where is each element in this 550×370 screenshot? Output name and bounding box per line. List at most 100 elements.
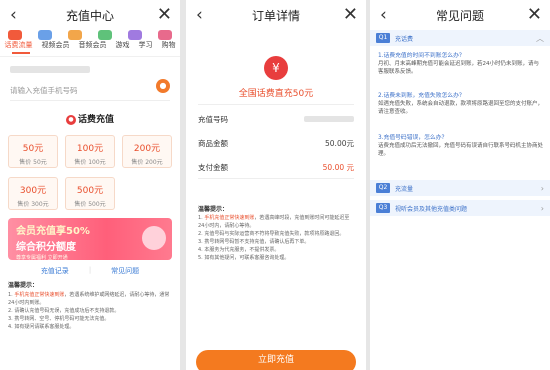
order-title: 全国话费直充50元: [238, 89, 314, 99]
faq-title: 充话费: [395, 35, 414, 43]
link-separator: |: [88, 266, 92, 274]
faq-tag: Q1: [376, 33, 390, 43]
faq-title: 视听会员及其他充值类问题: [395, 205, 468, 213]
tip-line: 3. 携号转网、空号、停机号码可能无法充值。: [8, 315, 172, 323]
active-tab-indicator: [12, 52, 30, 54]
category-icon: [98, 30, 112, 40]
chevron-right-icon: ›: [540, 183, 544, 193]
pay-button[interactable]: 立即充值: [196, 350, 356, 370]
tip-line: 2. 请确认充值号码无误，充值成功后不支持退款。: [8, 307, 172, 315]
recharge-record-link[interactable]: 充值记录: [41, 266, 69, 276]
order-row: 商品金额 50.00元: [198, 138, 354, 150]
chevron-left-icon[interactable]: ‹: [380, 5, 387, 25]
divider: [198, 104, 354, 105]
chevron-left-icon[interactable]: ‹: [196, 5, 203, 25]
tip-line: 4. 如有疑问请联系客服处理。: [8, 323, 172, 331]
sale-price: 售价 200元: [131, 159, 163, 166]
category-tab[interactable]: 购物: [162, 40, 176, 50]
order-row-label: 充值号码: [198, 115, 228, 124]
faq-item: 1.话费充值的时间不到账怎么办？ 月初、月末高峰期充值可能会延迟到账，若24小时仍…: [378, 52, 544, 76]
order-row-label: 商品金额: [198, 139, 228, 148]
top-bar: ‹ 常见问题 ✕: [370, 0, 550, 30]
sale-price: 售价 300元: [17, 201, 49, 208]
notice-title: 温馨提示：: [198, 206, 229, 213]
face-value: 300元: [19, 186, 47, 196]
notice: 温馨提示： 1. 手机充值正常快速到账，若遇高峰时段，充值到账时间可能延迟至24…: [198, 206, 354, 262]
category-icon: [8, 30, 22, 40]
faq-section-2[interactable]: Q2 充流量 ›: [370, 180, 550, 196]
tips-title: 温馨提示：: [8, 282, 39, 289]
section-title: ● 话费充值: [0, 112, 180, 125]
faq-answer: 月初、月末高峰期充值可能会延迟到账，若24小时仍未到账，请与客服联系反馈。: [378, 61, 540, 75]
face-value: 500元: [76, 186, 104, 196]
faq-panel: ‹ 常见问题 ✕ Q1 充话费 ︿ 1.话费充值的时间不到账怎么办？ 月初、月末高…: [370, 0, 550, 370]
close-icon[interactable]: ✕: [527, 4, 542, 25]
close-icon[interactable]: ✕: [343, 4, 358, 25]
chevron-up-icon: ︿: [536, 33, 544, 43]
faq-section-3[interactable]: Q3 视听会员及其他充值类问题 ›: [370, 200, 550, 216]
phone-history: [10, 66, 170, 74]
faq-tag: Q3: [376, 203, 390, 213]
tip-line: 4. 本服务为代充服务，不提供发票。: [198, 246, 354, 254]
category-tab[interactable]: 视频会员: [42, 40, 70, 50]
divider: [198, 178, 354, 179]
promo-banner[interactable]: 会员充值享50% 综合积分额度 尊享专属福利 立即开通: [8, 218, 172, 261]
recharge-option-card[interactable]: 300元售价 300元: [8, 177, 58, 210]
faq-question: 3.充值号码错误，怎么办？: [378, 135, 448, 141]
gift-icon: [142, 226, 166, 250]
recharge-option-card[interactable]: 100元 售价 100元: [65, 135, 115, 168]
logo-icon: ●: [65, 114, 76, 125]
faq-answer: 话费充值成功后无法撤回，充值号码有误请自行联系号码机主协商处理。: [378, 143, 544, 157]
page-title: 充值中心: [65, 8, 114, 23]
contact-icon[interactable]: ●: [156, 79, 170, 93]
order-row: 支付金额 50.00 元: [198, 162, 354, 174]
tip-text: 如有其他疑问，可联系客服咨询处理。: [204, 255, 290, 261]
recharge-option-card[interactable]: 50元售价 50元: [8, 135, 58, 168]
faq-answer: 如遇充值失败，系统会自动退款，款项将原路退回至您的支付账户，请注意查收。: [378, 101, 544, 115]
tip-line: 2. 充值号码与实际运营商不符将导致充值失败，款项将原路退回。: [198, 230, 354, 238]
faq-tag: Q2: [376, 183, 390, 193]
tip-text: 如有疑问请联系客服处理。: [14, 324, 75, 330]
tip-line: 3. 携号转网号码暂不支持充值，请确认后再下单。: [198, 238, 354, 246]
sale-price: 售价 50元: [19, 159, 47, 166]
tip-line: 5. 如有其他疑问，可联系客服咨询处理。: [198, 254, 354, 262]
page-title: 常见问题: [435, 8, 484, 23]
chevron-right-icon: ›: [540, 203, 544, 213]
bottom-links: 充值记录 | 常见问题: [0, 266, 180, 276]
divider: [10, 100, 170, 101]
tip-text: 请确认充值号码无误，充值成功后不支持退款。: [14, 308, 120, 314]
tips: 温馨提示： 1. 手机充值正常快速到账，若遇系统维护或网络延迟，请耐心等待，通常…: [8, 282, 172, 331]
faq-section-1[interactable]: Q1 充话费 ︿: [370, 30, 550, 46]
yuan-icon: ¥: [264, 56, 288, 80]
tip-line: 1. 手机充值正常快速到账，若遇高峰时段，充值到账时间可能延迟至24小时内，请耐…: [198, 214, 354, 230]
face-value: 50元: [22, 144, 44, 154]
category-tabs: 话费流量 视频会员 音频会员 游戏 学习 购物: [0, 40, 180, 50]
category-icon: [128, 30, 142, 40]
page-title: 订单详情: [251, 8, 300, 23]
tip-text: 携号转网、空号、停机号码可能无法充值。: [14, 316, 110, 322]
tip-text: 携号转网号码暂不支持充值，请确认后再下单。: [204, 239, 310, 245]
faq-link[interactable]: 常见问题: [111, 266, 139, 276]
close-icon[interactable]: ✕: [157, 4, 172, 25]
sale-price: 售价 100元: [74, 159, 106, 166]
category-tab[interactable]: 音频会员: [79, 40, 107, 50]
recharge-option-card[interactable]: 500元 售价 500元: [65, 177, 115, 210]
banner-line3: 尊享专属福利 立即开通: [16, 255, 68, 261]
order-row-label: 支付金额: [198, 163, 228, 172]
order-detail-panel: ‹ 订单详情 ✕ ¥ 全国话费直充50元 充值号码 商品金额 50.00元 支付金额 5…: [186, 0, 366, 370]
tip-text: 本服务为代充服务，不提供发票。: [204, 247, 280, 253]
tip-text: 充值号码与实际运营商不符将导致充值失败，款项将原路退回。: [204, 231, 345, 237]
chevron-left-icon[interactable]: ‹: [10, 5, 17, 25]
category-icon: [68, 30, 82, 40]
section-title-text: 话费充值: [77, 115, 114, 125]
recharge-option-card[interactable]: 200元 售价 200元: [122, 135, 172, 168]
category-tab[interactable]: 游戏: [116, 40, 130, 50]
phone-input[interactable]: 请输入充值手机号码: [10, 85, 78, 96]
faq-item: 3.充值号码错误，怎么办？ 话费充值成功后无法撤回，充值号码有误请自行联系号码机主…: [378, 134, 544, 158]
masked-phone-number: [10, 66, 90, 73]
recharge-options: 50元 售价 50元 100元 售价 100元 200元 售价 200元 300元 售价 30…: [8, 135, 174, 210]
category-tab[interactable]: 话费流量: [5, 40, 33, 50]
category-tab[interactable]: 学习: [139, 40, 153, 50]
order-row-value: 50.00元: [325, 139, 354, 148]
faq-title: 充流量: [395, 185, 414, 193]
